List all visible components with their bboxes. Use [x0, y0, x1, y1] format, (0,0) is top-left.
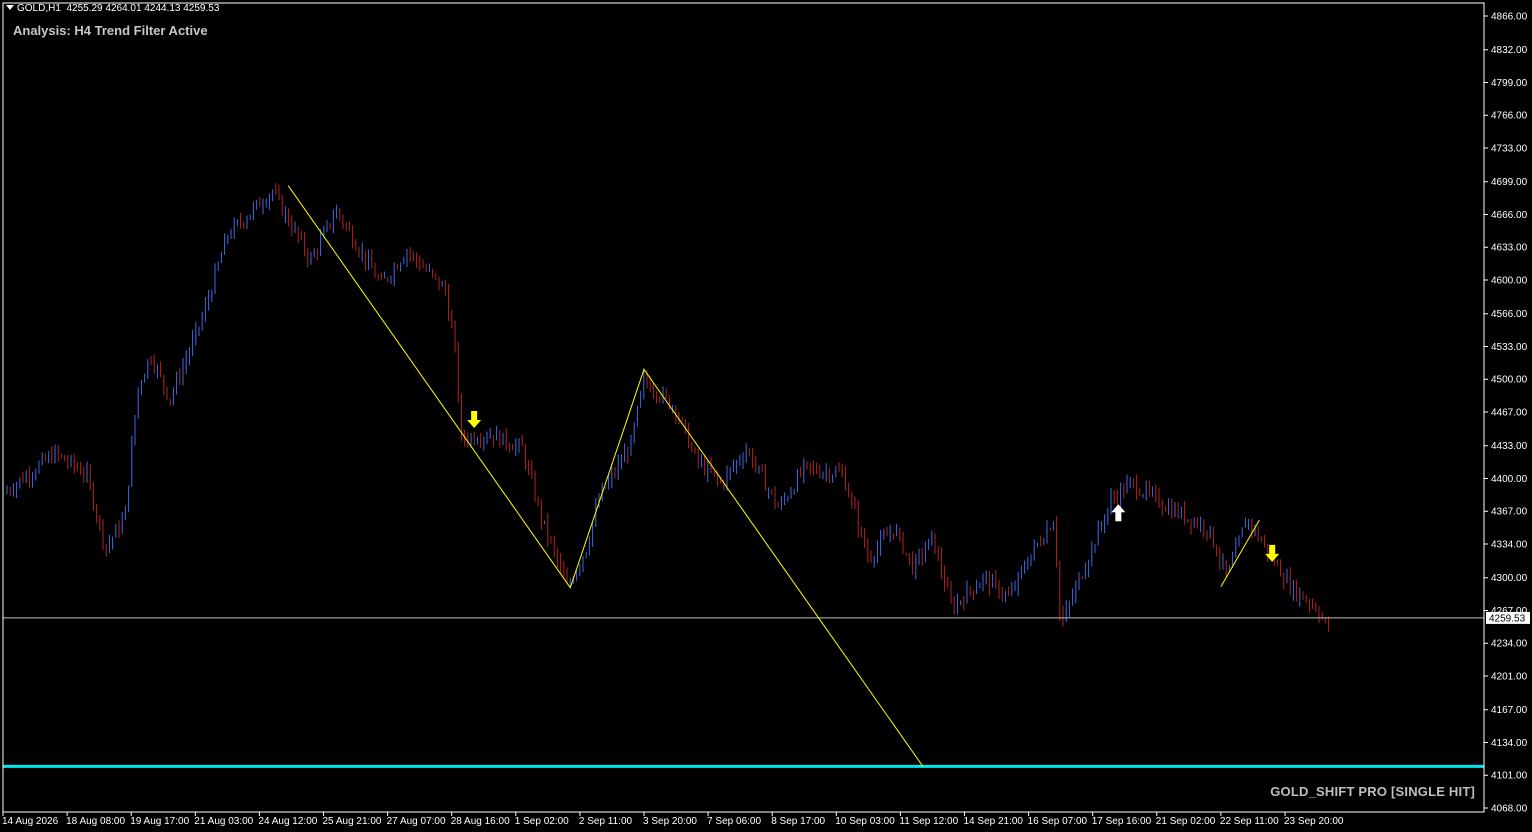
y-tick-label: 4101.00 — [1491, 771, 1528, 782]
y-tick-label: 4666.00 — [1491, 210, 1528, 221]
x-tick-label: 24 Aug 12:00 — [258, 816, 317, 827]
y-tick-label: 4566.00 — [1491, 309, 1528, 320]
symbol-label: GOLD,H1 — [17, 3, 61, 14]
chart-background — [0, 0, 1532, 832]
y-tick-label: 4433.00 — [1491, 441, 1528, 452]
x-tick-label: 1 Sep 02:00 — [515, 816, 569, 827]
x-tick-label: 18 Aug 08:00 — [66, 816, 125, 827]
y-tick-label: 4600.00 — [1491, 276, 1528, 287]
x-tick-label: 17 Sep 16:00 — [1092, 816, 1152, 827]
y-tick-label: 4633.00 — [1491, 243, 1528, 254]
x-tick-label: 21 Sep 02:00 — [1156, 816, 1216, 827]
x-tick-label: 21 Aug 03:00 — [194, 816, 253, 827]
y-tick-label: 4500.00 — [1491, 375, 1528, 386]
x-tick-label: 27 Aug 07:00 — [387, 816, 446, 827]
ohlc-values: 4255.29 4264.01 4244.13 4259.53 — [66, 3, 220, 14]
y-tick-label: 4367.00 — [1491, 507, 1528, 518]
x-tick-label: 8 Sep 17:00 — [771, 816, 825, 827]
y-tick-label: 4300.00 — [1491, 573, 1528, 584]
y-tick-label: 4866.00 — [1491, 12, 1528, 23]
x-tick-label: 14 Sep 21:00 — [964, 816, 1024, 827]
y-tick-label: 4467.00 — [1491, 408, 1528, 419]
y-tick-label: 4766.00 — [1491, 111, 1528, 122]
brand-label: GOLD_SHIFT PRO [SINGLE HIT] — [1270, 784, 1475, 799]
x-tick-label: 14 Aug 2026 — [2, 816, 59, 827]
y-tick-label: 4533.00 — [1491, 342, 1528, 353]
x-tick-label: 3 Sep 20:00 — [643, 816, 697, 827]
analysis-label: Analysis: H4 Trend Filter Active — [13, 23, 208, 38]
y-tick-label: 4799.00 — [1491, 78, 1528, 89]
y-tick-label: 4068.00 — [1491, 804, 1528, 815]
y-tick-label: 4334.00 — [1491, 540, 1528, 551]
chart-menu-triangle-icon[interactable] — [6, 5, 14, 10]
x-tick-label: 16 Sep 07:00 — [1028, 816, 1088, 827]
current-price-label: 4259.53 — [1489, 613, 1526, 624]
y-tick-label: 4733.00 — [1491, 144, 1528, 155]
chart-header: GOLD,H1 4255.29 4264.01 4244.13 4259.53 — [6, 3, 219, 14]
y-tick-label: 4167.00 — [1491, 705, 1528, 716]
x-tick-label: 19 Aug 17:00 — [130, 816, 189, 827]
x-tick-label: 22 Sep 11:00 — [1220, 816, 1279, 827]
y-tick-label: 4234.00 — [1491, 639, 1528, 650]
x-tick-label: 11 Sep 12:00 — [899, 816, 958, 827]
y-tick-label: 4134.00 — [1491, 738, 1528, 749]
x-tick-label: 25 Aug 21:00 — [323, 816, 382, 827]
x-tick-label: 7 Sep 06:00 — [707, 816, 761, 827]
x-tick-label: 2 Sep 11:00 — [579, 816, 633, 827]
y-tick-label: 4832.00 — [1491, 45, 1528, 56]
x-tick-label: 23 Sep 20:00 — [1284, 816, 1344, 827]
y-tick-label: 4400.00 — [1491, 474, 1528, 485]
y-tick-label: 4699.00 — [1491, 177, 1528, 188]
y-tick-label: 4201.00 — [1491, 672, 1528, 683]
x-tick-label: 28 Aug 16:00 — [451, 816, 510, 827]
price-chart[interactable]: 4866.00 4832.00 4799.00 4766.00 4733.00 4699.… — [0, 0, 1532, 832]
x-tick-label: 10 Sep 03:00 — [835, 816, 895, 827]
